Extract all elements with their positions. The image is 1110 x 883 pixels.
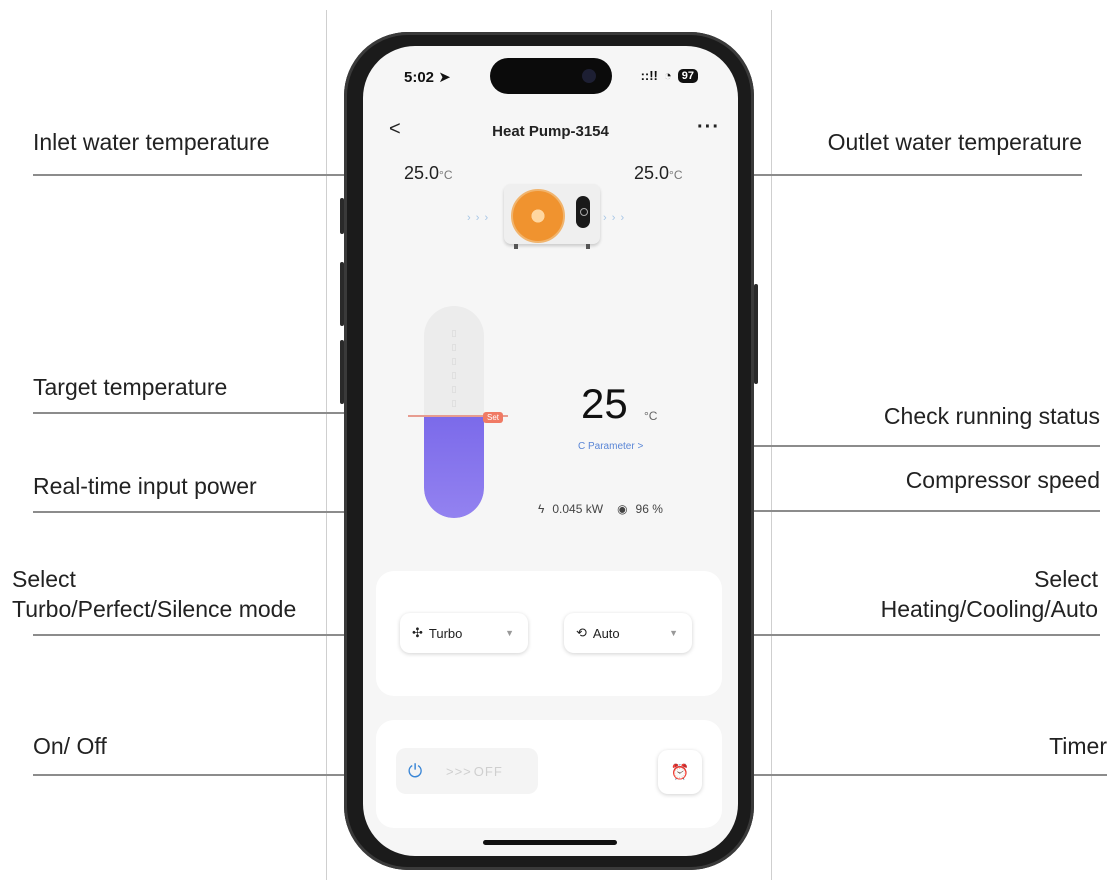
slider-grip-marks: ▯ ▯ ▯ ▯ ▯ ▯ — [451, 328, 457, 408]
unit-leg — [586, 244, 590, 249]
annotation-onoff: On/ Off — [33, 733, 107, 759]
chevron-down-icon: ▼ — [669, 628, 678, 638]
running-stats: ϟ 0.045 kW ◉ 96 % — [538, 502, 663, 516]
mode-dropdown-label: Turbo — [428, 625, 463, 641]
temperature-slider[interactable]: ▯ ▯ ▯ ▯ ▯ ▯ — [424, 306, 484, 518]
home-indicator — [483, 840, 617, 845]
water-flow-out-icon: › › › — [603, 212, 626, 224]
annotation-status: Check running status — [883, 403, 1100, 429]
location-arrow-icon: ➤ — [438, 69, 451, 86]
side-power-button — [754, 284, 758, 384]
work-mode-dropdown-label: Auto — [592, 625, 620, 641]
set-badge: Set — [483, 412, 504, 423]
auto-mode-icon: ⟲ — [576, 625, 587, 640]
mode-dropdown[interactable]: ✣ Turbo ▼ — [400, 613, 528, 653]
camera-icon — [582, 69, 596, 83]
compressor-icon: ◉ — [617, 502, 628, 516]
wifi-icon: ◔ — [663, 68, 672, 83]
power-toggle[interactable]: ⏻ >>> OFF — [396, 748, 538, 794]
target-temperature-unit: °C — [644, 409, 658, 423]
leader-compressor — [705, 510, 1100, 512]
guide-line-left — [326, 10, 327, 880]
outlet-temperature-unit: °C — [669, 168, 683, 182]
fan-icon: ✣ — [412, 625, 423, 640]
page-title: Heat Pump-3154 — [492, 123, 609, 140]
annotation-mode-line2: Turbo/Perfect/Silence mode — [12, 596, 297, 622]
parameter-link[interactable]: C Parameter > — [578, 441, 643, 452]
temperature-slider-fill — [424, 416, 484, 518]
chevron-down-icon: ▼ — [505, 628, 514, 638]
inlet-temperature-unit: °C — [439, 168, 453, 182]
annotation-outlet: Outlet water temperature — [827, 129, 1082, 155]
power-toggle-arrows: >>> — [446, 763, 472, 779]
dynamic-island — [490, 58, 612, 94]
work-mode-dropdown[interactable]: ⟲ Auto ▼ — [564, 613, 692, 653]
compressor-speed-value: 96 % — [635, 502, 663, 516]
status-icons: ::!! ◔ 97 — [641, 68, 698, 83]
annotation-timer: Timer — [1049, 733, 1107, 759]
annotation-inlet: Inlet water temperature — [33, 129, 270, 155]
status-time-text: 5:02 — [404, 69, 435, 86]
fan-image — [511, 189, 565, 243]
power-state-text: OFF — [473, 763, 503, 779]
outlet-temperature: 25.0°C — [634, 163, 683, 184]
annotation-target: Target temperature — [33, 374, 228, 400]
power-icon: ⏻ — [408, 760, 423, 781]
inlet-temperature: 25.0°C — [404, 163, 453, 184]
input-power-value: 0.045 kW — [552, 502, 604, 516]
alarm-clock-icon: ⏰ — [670, 764, 690, 781]
status-time: 5:02 ➤ — [404, 68, 451, 86]
phone-screen: 5:02 ➤ ::!! ◔ 97 < Heat Pump-3154 ··· 25… — [363, 46, 738, 856]
timer-button[interactable]: ⏰ — [658, 750, 702, 794]
heat-pump-unit-image — [504, 184, 600, 249]
mode-card: ✣ Turbo ▼ ⟲ Auto ▼ — [376, 571, 722, 696]
annotation-power: Real-time input power — [33, 473, 257, 499]
annotation-work-line2: Heating/Cooling/Auto — [880, 596, 1098, 622]
annotation-work-line1: Select — [1034, 566, 1098, 592]
control-card: ⏻ >>> OFF ⏰ — [376, 720, 722, 828]
outlet-temperature-value: 25.0 — [634, 163, 670, 183]
unit-leg — [514, 244, 518, 249]
cellular-signal-icon: ::!! — [640, 68, 658, 83]
unit-display — [576, 196, 590, 228]
target-temperature-value: 25 — [581, 380, 628, 427]
lightning-icon: ϟ — [538, 502, 545, 516]
annotation-compressor: Compressor speed — [905, 467, 1100, 493]
inlet-temperature-value: 25.0 — [404, 163, 440, 183]
water-flow-in-icon: › › › — [467, 212, 490, 224]
leader-outlet — [705, 174, 1082, 176]
annotation-mode-line1: Select — [12, 566, 76, 592]
more-menu-button[interactable]: ··· — [697, 116, 720, 139]
battery-icon: 97 — [677, 68, 698, 83]
unit-display-dot — [580, 208, 588, 216]
